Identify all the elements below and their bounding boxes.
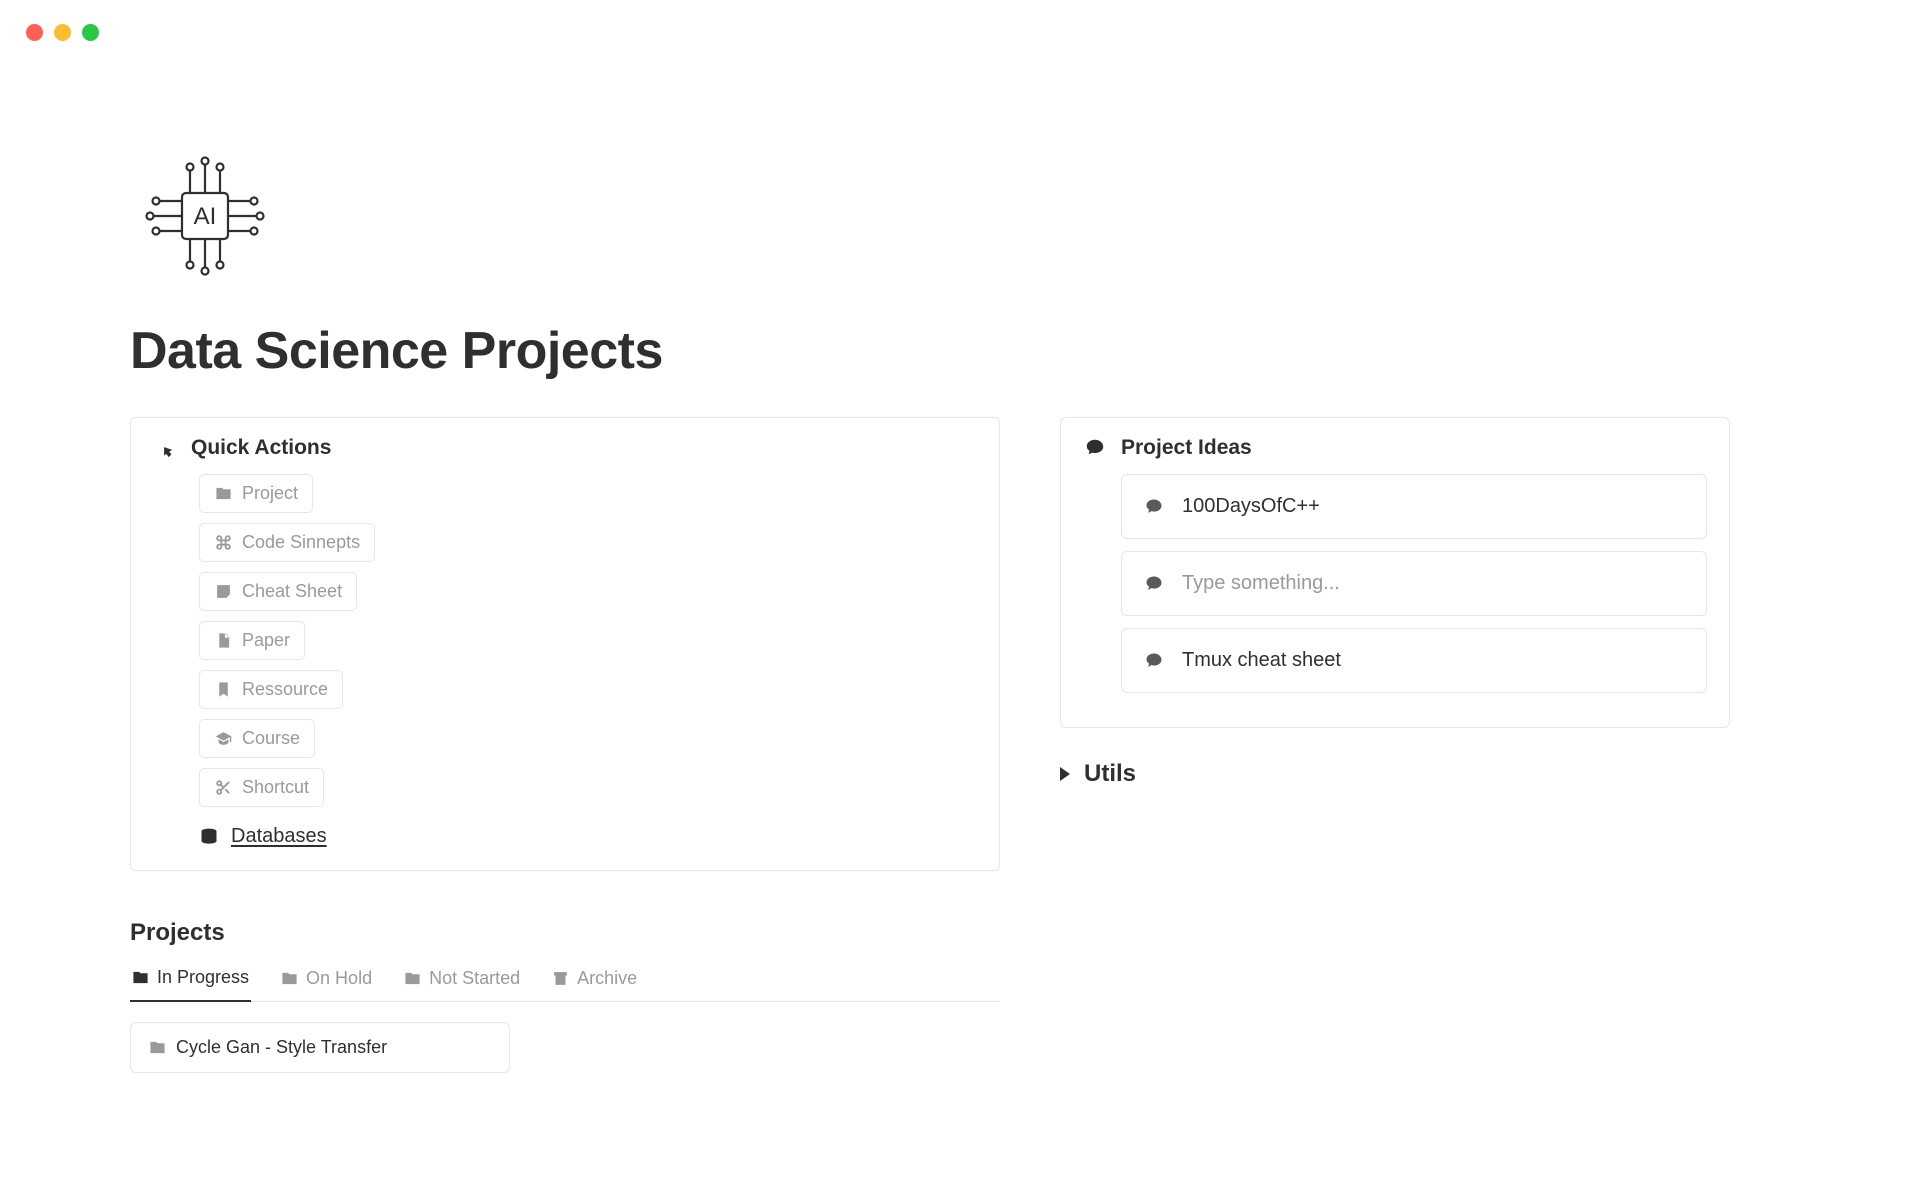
database-icon [199,827,219,847]
utils-label: Utils [1084,760,1136,788]
quick-actions-title: Quick Actions [191,436,331,460]
tab-on-hold[interactable]: On Hold [279,968,374,1001]
toggle-triangle-icon [1060,767,1070,781]
quick-action-label: Project [242,483,298,504]
command-icon [214,534,232,551]
projects-section-title: Projects [130,919,1000,947]
page-icon-ai-chip-icon[interactable]: AI [140,151,1790,281]
projects-tabs: In Progress On Hold Not Started Archive [130,967,1000,1002]
archive-icon [552,970,569,987]
tab-label: Not Started [429,968,520,989]
window-minimize-icon[interactable] [54,24,71,41]
folder-icon [149,1039,166,1056]
tab-archive[interactable]: Archive [550,968,639,1001]
thought-bubble-icon [1144,497,1164,517]
idea-label: Type something... [1182,572,1340,595]
folder-icon [214,485,232,502]
quick-action-project[interactable]: Project [199,474,313,513]
quick-actions-block: Quick Actions Project Code Sinnepts Chea… [130,417,1000,871]
quick-action-label: Code Sinnepts [242,532,360,553]
folder-icon [404,970,421,987]
sticky-note-icon [214,583,232,600]
project-idea-item[interactable]: 100DaysOfC++ [1121,474,1707,539]
quick-action-label: Course [242,728,300,749]
tab-in-progress[interactable]: In Progress [130,967,251,1002]
quick-action-shortcut[interactable]: Shortcut [199,768,324,807]
quick-action-label: Paper [242,630,290,651]
project-card-label: Cycle Gan - Style Transfer [176,1037,387,1058]
quick-action-course[interactable]: Course [199,719,315,758]
folder-icon [132,969,149,986]
quick-action-code-snippets[interactable]: Code Sinnepts [199,523,375,562]
project-idea-item-empty[interactable]: Type something... [1121,551,1707,616]
scissors-icon [214,779,232,796]
thought-bubble-icon [1083,437,1107,459]
project-ideas-title: Project Ideas [1121,436,1252,460]
quick-action-label: Ressource [242,679,328,700]
page-icon [214,632,232,649]
project-idea-item[interactable]: Tmux cheat sheet [1121,628,1707,693]
tab-label: Archive [577,968,637,989]
quick-action-cheat-sheet[interactable]: Cheat Sheet [199,572,357,611]
folder-icon [281,970,298,987]
databases-link[interactable]: Databases [199,825,977,848]
page-title[interactable]: Data Science Projects [130,321,1790,381]
graduation-cap-icon [214,730,232,747]
bookmark-icon [214,681,232,698]
thought-bubble-icon [1144,651,1164,671]
window-close-icon[interactable] [26,24,43,41]
utils-toggle[interactable]: Utils [1060,760,1730,788]
quick-action-paper[interactable]: Paper [199,621,305,660]
project-card[interactable]: Cycle Gan - Style Transfer [130,1022,510,1073]
quick-action-label: Cheat Sheet [242,581,342,602]
quick-actions-list: Project Code Sinnepts Cheat Sheet Paper [153,474,977,848]
quick-action-label: Shortcut [242,777,309,798]
quick-action-ressource[interactable]: Ressource [199,670,343,709]
thought-bubble-icon [1144,574,1164,594]
window-zoom-icon[interactable] [82,24,99,41]
project-ideas-block: Project Ideas 100DaysOfC++ Type somethin… [1060,417,1730,728]
window-controls [0,0,1920,41]
svg-text:AI: AI [194,203,217,230]
tab-not-started[interactable]: Not Started [402,968,522,1001]
idea-label: 100DaysOfC++ [1182,495,1320,518]
tab-label: On Hold [306,968,372,989]
idea-label: Tmux cheat sheet [1182,649,1341,672]
tab-label: In Progress [157,967,249,988]
databases-label: Databases [231,825,327,848]
cursor-click-icon [153,437,177,459]
